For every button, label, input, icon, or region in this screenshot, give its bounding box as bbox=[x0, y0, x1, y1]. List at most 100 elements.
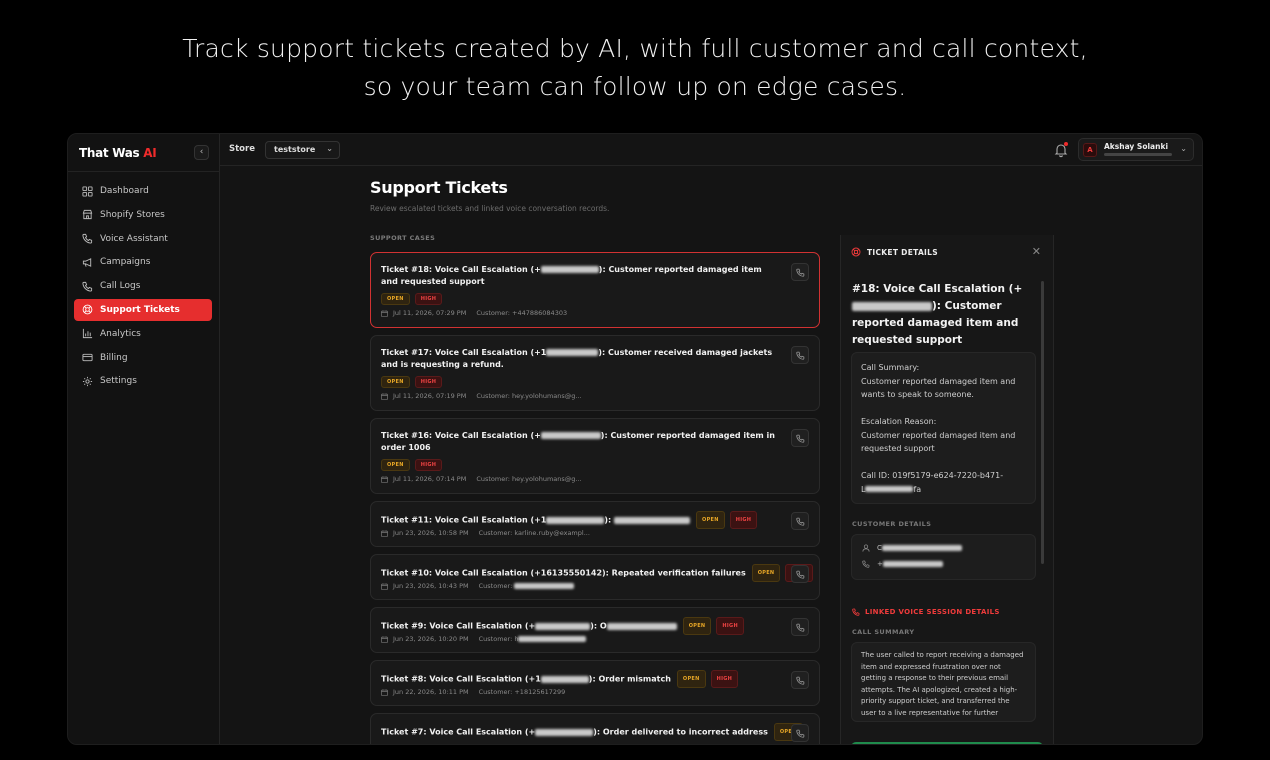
ticket-customer: Customer: h bbox=[478, 635, 519, 643]
ticket-details-panel: TICKET DETAILS ✕ #18: Voice Call Escalat… bbox=[840, 235, 1054, 744]
chevron-down-icon: ⌄ bbox=[326, 144, 333, 153]
sidebar-item-analytics[interactable]: Analytics bbox=[74, 323, 212, 345]
page-subtitle: Review escalated tickets and linked voic… bbox=[370, 204, 610, 213]
scrollbar[interactable] bbox=[1041, 281, 1044, 564]
phone-icon bbox=[796, 517, 805, 526]
redacted-email bbox=[518, 636, 587, 642]
priority-badge-high: HIGH bbox=[716, 617, 744, 635]
sidebar-item-support-tickets[interactable]: Support Tickets bbox=[74, 298, 212, 321]
store-select-value: teststore bbox=[274, 145, 316, 154]
sidebar: That Was AI ‹ Dashboard Shopify Stores V… bbox=[68, 134, 220, 744]
ticket-badges: OPEN HIGH bbox=[381, 459, 443, 471]
user-menu[interactable]: A Akshay Solanki ⌄ bbox=[1078, 138, 1194, 161]
ticket-badges: OPENHIGH bbox=[696, 511, 758, 529]
action-button[interactable] bbox=[851, 742, 1043, 744]
sidebar-item-call-logs[interactable]: Call Logs bbox=[74, 275, 212, 297]
ticket-card-16[interactable]: Ticket #16: Voice Call Escalation (+): C… bbox=[370, 418, 820, 494]
sidebar-item-shopify-stores[interactable]: Shopify Stores bbox=[74, 204, 212, 226]
status-badge-open: OPEN bbox=[676, 670, 706, 688]
app-window: That Was AI ‹ Dashboard Shopify Stores V… bbox=[67, 133, 1203, 745]
phone-icon bbox=[796, 434, 805, 443]
phone-icon bbox=[82, 281, 93, 292]
ticket-badges: OPEN HIGH bbox=[381, 293, 443, 305]
customer-details-label: CUSTOMER DETAILS bbox=[852, 520, 932, 528]
phone-icon bbox=[796, 623, 805, 632]
redacted-email bbox=[514, 583, 575, 589]
calendar-icon bbox=[381, 529, 388, 537]
reason-label: Escalation Reason: bbox=[861, 417, 937, 426]
ticket-customer: Customer: hey.yolohumans@g... bbox=[476, 392, 582, 400]
user-name: Akshay Solanki bbox=[1104, 142, 1169, 151]
sidebar-nav: Dashboard Shopify Stores Voice Assistant… bbox=[74, 180, 212, 394]
ticket-card-11[interactable]: Ticket #11: Voice Call Escalation (+1): … bbox=[370, 501, 820, 547]
customer-details-card: C + bbox=[851, 534, 1036, 580]
sidebar-item-label: Support Tickets bbox=[100, 304, 180, 315]
card-icon bbox=[82, 353, 93, 362]
ticket-meta: Jul 11, 2026, 07:14 PM Customer: hey.yol… bbox=[381, 475, 582, 483]
sidebar-item-settings[interactable]: Settings bbox=[74, 370, 212, 392]
reason-text: Customer reported damaged item and reque… bbox=[861, 430, 1016, 454]
ticket-card-8[interactable]: Ticket #8: Voice Call Escalation (+1): O… bbox=[370, 660, 820, 706]
phone-icon bbox=[82, 234, 93, 244]
call-id: Call ID: 019f5179-e624-7220-b471- bbox=[861, 471, 1004, 480]
call-button[interactable] bbox=[791, 512, 809, 530]
ticket-details-header: TICKET DETAILS bbox=[851, 247, 938, 257]
ticket-customer: Customer: karline.ruby@exampl... bbox=[478, 529, 590, 537]
ticket-date: Jun 23, 2026, 10:58 PM bbox=[393, 529, 469, 537]
sidebar-item-label: Settings bbox=[100, 376, 137, 387]
sidebar-item-label: Billing bbox=[100, 352, 128, 363]
sidebar-item-label: Call Logs bbox=[100, 281, 141, 292]
ticket-meta: Jul 11, 2026, 07:29 PM Customer: +447886… bbox=[381, 309, 567, 317]
status-badge-open: OPEN bbox=[381, 293, 410, 305]
ticket-date: Jul 11, 2026, 07:19 PM bbox=[393, 392, 467, 400]
sidebar-item-voice-assistant[interactable]: Voice Assistant bbox=[74, 228, 212, 250]
sidebar-item-campaigns[interactable]: Campaigns bbox=[74, 251, 212, 273]
redacted-name bbox=[881, 545, 962, 551]
notification-bell-icon[interactable] bbox=[1054, 142, 1068, 158]
ticket-card-9[interactable]: Ticket #9: Voice Call Escalation (+): OO… bbox=[370, 607, 820, 653]
sidebar-divider bbox=[68, 171, 220, 172]
ticket-card-17[interactable]: Ticket #17: Voice Call Escalation (+1): … bbox=[370, 335, 820, 411]
grid-icon bbox=[82, 185, 93, 197]
redacted-phone bbox=[546, 516, 605, 524]
sidebar-item-label: Voice Assistant bbox=[100, 233, 168, 244]
call-button[interactable] bbox=[791, 565, 809, 583]
ticket-date: Jul 11, 2026, 07:29 PM bbox=[393, 309, 467, 317]
gear-icon bbox=[82, 376, 93, 386]
call-button[interactable] bbox=[791, 263, 809, 281]
call-button[interactable] bbox=[791, 618, 809, 636]
call-button[interactable] bbox=[791, 671, 809, 689]
redacted-phone bbox=[546, 349, 599, 356]
call-summary-label: CALL SUMMARY bbox=[852, 628, 915, 636]
headline-line-1: Track support tickets created by AI, wit… bbox=[182, 34, 1088, 63]
ticket-title: Ticket #7: Voice Call Escalation (+): Or… bbox=[381, 723, 803, 741]
sidebar-item-dashboard[interactable]: Dashboard bbox=[74, 180, 212, 202]
redacted-text bbox=[606, 622, 677, 630]
ticket-customer: Customer: +447886084303 bbox=[476, 309, 568, 317]
notification-dot bbox=[1064, 142, 1068, 146]
status-badge-open: OPEN bbox=[696, 511, 725, 529]
store-select[interactable]: teststore ⌄ bbox=[265, 141, 340, 159]
collapse-sidebar-button[interactable]: ‹ bbox=[194, 145, 209, 160]
ticket-card-18[interactable]: Ticket #18: Voice Call Escalation (+): C… bbox=[370, 252, 820, 328]
ticket-badges: OPENHIGH bbox=[676, 670, 739, 688]
sidebar-item-billing[interactable]: Billing bbox=[74, 347, 212, 369]
ticket-customer: Customer: +18125617299 bbox=[478, 688, 566, 696]
redacted-phone bbox=[540, 266, 599, 273]
phone-icon bbox=[796, 729, 805, 738]
redacted-phone bbox=[540, 675, 589, 683]
call-button[interactable] bbox=[791, 724, 809, 742]
chevron-down-icon: ⌄ bbox=[1180, 144, 1187, 153]
ticket-meta: Jun 23, 2026, 10:20 PM Customer: h bbox=[381, 635, 587, 643]
calendar-icon bbox=[381, 688, 388, 696]
call-button[interactable] bbox=[791, 429, 809, 447]
ticket-card-7[interactable]: Ticket #7: Voice Call Escalation (+): Or… bbox=[370, 713, 820, 744]
call-button[interactable] bbox=[791, 346, 809, 364]
ticket-card-10[interactable]: Ticket #10: Voice Call Escalation (+1613… bbox=[370, 554, 820, 600]
megaphone-icon bbox=[82, 258, 92, 267]
call-summary-card: Call Summary: Customer reported damaged i… bbox=[851, 352, 1036, 504]
close-icon[interactable]: ✕ bbox=[1032, 245, 1041, 258]
ticket-meta: Jun 23, 2026, 10:58 PM Customer: karline… bbox=[381, 529, 590, 537]
calendar-icon bbox=[381, 582, 388, 590]
customer-name-row: C bbox=[862, 544, 962, 552]
